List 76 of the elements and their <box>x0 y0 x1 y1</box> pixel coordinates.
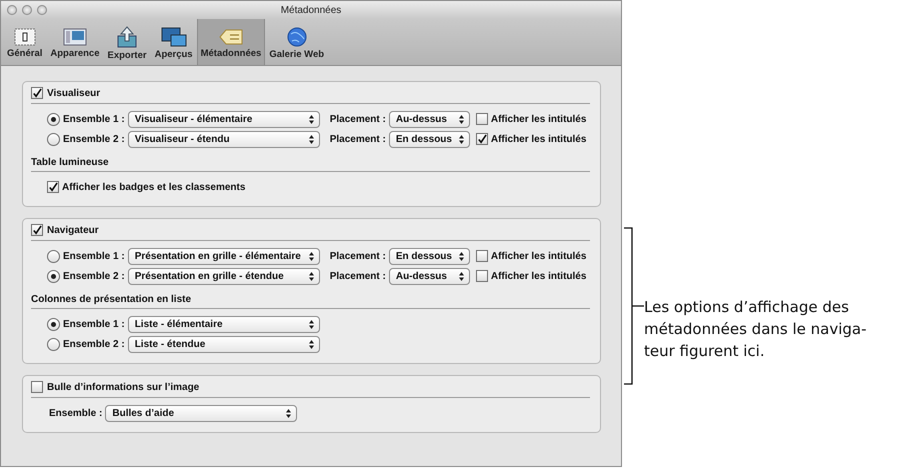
screens-icon <box>160 26 187 46</box>
radio-button[interactable] <box>47 250 60 262</box>
option-label: Afficher les intitulés <box>490 114 586 124</box>
option-label: Afficher les intitulés <box>490 270 586 282</box>
set-dropdown[interactable]: Visualiseur - élémentaire <box>128 110 320 128</box>
toolbar-tab[interactable]: Apparence <box>46 19 104 65</box>
toolbar-tab[interactable]: Général <box>3 19 46 65</box>
placement-label: Placement : <box>330 114 386 124</box>
subsection-heading: Colonnes de présentation en liste <box>31 286 590 309</box>
list-dropdown[interactable]: Liste - étendue <box>128 336 320 352</box>
placement-dropdown[interactable]: En dessous <box>388 130 470 148</box>
checkbox[interactable] <box>476 113 488 125</box>
checkbox[interactable] <box>31 87 43 99</box>
set-dropdown[interactable]: Bulles d’aide <box>105 404 298 422</box>
layout-icon <box>62 28 87 46</box>
option-label: Afficher les intitulés <box>490 250 586 262</box>
radio-button[interactable] <box>47 132 60 146</box>
stepper-arrows-icon <box>308 272 314 280</box>
option-label: Afficher les intitulés <box>490 134 586 144</box>
checkbox[interactable] <box>31 224 43 236</box>
toolbar-tab[interactable]: Aperçus <box>150 19 197 65</box>
stepper-arrows-icon <box>308 114 314 124</box>
set-dropdown[interactable]: Présentation en grille - étendue <box>128 268 320 284</box>
list-dropdown[interactable]: Liste - élémentaire <box>128 316 320 332</box>
toolbar-tab[interactable]: Galerie Web <box>265 19 328 65</box>
set-label: Ensemble 1 : <box>63 114 125 124</box>
placement-dropdown[interactable]: Au-dessus <box>388 268 470 284</box>
set-dropdown[interactable]: Visualiseur - étendu <box>128 130 320 148</box>
checkbox[interactable] <box>476 270 488 282</box>
checkbox-label: Afficher les badges et les classements <box>62 182 246 192</box>
section-title: Visualiseur <box>47 88 100 98</box>
set-label: Ensemble 1 : <box>63 318 125 330</box>
placement-label: Placement : <box>330 250 386 262</box>
stepper-arrows-icon <box>458 252 464 260</box>
window-title: Métadonnées <box>280 4 342 16</box>
callout-text: Les options d’affichage des <box>644 297 850 318</box>
tag-icon <box>218 28 244 46</box>
minimize-button[interactable] <box>22 5 32 15</box>
checkbox[interactable] <box>47 181 59 193</box>
export-icon <box>116 26 138 48</box>
switch-panel-icon <box>14 28 36 46</box>
set-label: Ensemble 2 : <box>63 338 125 350</box>
subsection-heading: Table lumineuse <box>31 149 590 172</box>
radio-button[interactable] <box>47 270 60 282</box>
stepper-arrows-icon <box>308 320 314 328</box>
section-title: Navigateur <box>47 224 99 236</box>
stepper-arrows-icon <box>308 134 314 144</box>
checkbox[interactable] <box>476 250 488 262</box>
stepper-arrows-icon <box>308 252 314 260</box>
stepper-arrows-icon <box>286 408 292 418</box>
stepper-arrows-icon <box>308 340 314 348</box>
radio-button[interactable] <box>47 318 60 330</box>
placement-label: Placement : <box>330 270 386 282</box>
callout-text: teur figurent ici. <box>644 341 766 362</box>
toolbar-tab[interactable]: Exporter <box>104 19 151 65</box>
section-title: Bulle d’informations sur l’image <box>47 382 200 392</box>
stepper-arrows-icon <box>458 272 464 280</box>
checkbox[interactable] <box>476 133 488 145</box>
radio-button[interactable] <box>47 338 60 350</box>
set-label: Ensemble 2 : <box>63 270 125 282</box>
zoom-button[interactable] <box>37 5 47 15</box>
set-dropdown[interactable]: Présentation en grille - élémentaire <box>128 248 320 264</box>
globe-icon <box>286 26 307 46</box>
checkbox[interactable] <box>31 381 43 393</box>
radio-button[interactable] <box>47 112 60 126</box>
toolbar-tab[interactable]: Métadonnées <box>196 19 266 65</box>
close-button[interactable] <box>7 5 17 15</box>
stepper-arrows-icon <box>458 114 464 124</box>
stepper-arrows-icon <box>458 134 464 144</box>
placement-label: Placement : <box>330 134 386 144</box>
set-label: Ensemble 2 : <box>63 134 125 144</box>
set-label: Ensemble 1 : <box>63 250 125 262</box>
callout-text: métadonnées dans le naviga- <box>644 319 867 340</box>
placement-dropdown[interactable]: En dessous <box>388 248 470 264</box>
field-label: Ensemble : <box>49 408 102 418</box>
placement-dropdown[interactable]: Au-dessus <box>388 110 470 128</box>
